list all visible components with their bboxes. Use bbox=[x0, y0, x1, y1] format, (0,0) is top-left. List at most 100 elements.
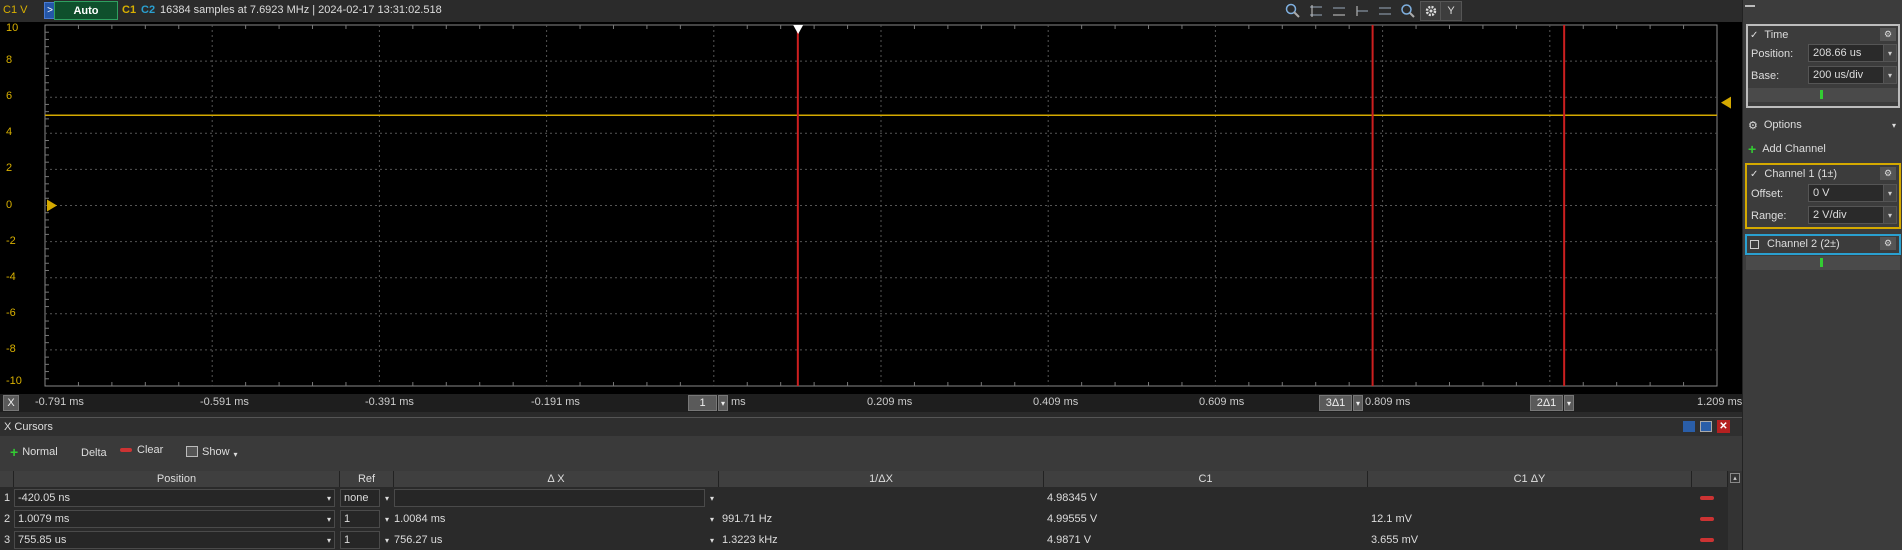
channel2-header[interactable]: Channel 2 (2±) bbox=[1744, 235, 1900, 253]
position-dropdown[interactable]: ▾ bbox=[322, 510, 336, 528]
channel2-gear-icon[interactable]: ⚙ bbox=[1880, 237, 1896, 250]
search-icon[interactable] bbox=[1397, 1, 1419, 21]
normal-cursor-button[interactable]: + Normal bbox=[10, 444, 58, 460]
cursor-position-field[interactable]: -420.05 ns bbox=[14, 489, 335, 507]
offset-dropdown[interactable]: ▾ bbox=[1883, 184, 1897, 202]
clear-button[interactable]: Clear bbox=[120, 444, 163, 456]
channel2-title: Channel 2 (2±) bbox=[1767, 238, 1840, 250]
range-dropdown[interactable]: ▾ bbox=[1883, 206, 1897, 224]
cursor2-marker-label[interactable]: 2Δ1 bbox=[1530, 395, 1563, 411]
cursor1-marker-label[interactable]: 1 bbox=[688, 395, 717, 411]
channel1-toggle[interactable]: C1 bbox=[122, 4, 136, 16]
scope-plot-area[interactable]: 10 8 6 4 2 0 -2 -4 -6 -8 -10 bbox=[0, 22, 1742, 394]
c1-delta-y-value bbox=[1371, 489, 1691, 507]
trigger-position-marker[interactable] bbox=[793, 25, 804, 34]
channel2-toggle[interactable]: C2 bbox=[141, 4, 155, 16]
cursor-right-icon[interactable] bbox=[1374, 1, 1396, 21]
base-dropdown[interactable]: ▾ bbox=[1883, 66, 1897, 84]
remove-cursor-icon[interactable] bbox=[1700, 496, 1714, 500]
remove-cursor-icon[interactable] bbox=[1700, 517, 1714, 521]
delta-x-dropdown[interactable]: ▾ bbox=[705, 531, 719, 549]
cursor-position-field[interactable]: 1.0079 ms bbox=[14, 510, 335, 528]
remove-cursor-icon[interactable] bbox=[1700, 538, 1714, 542]
y-tick-label: 2 bbox=[6, 162, 13, 175]
cursors-toolbar: + Normal Delta Clear Show ▾ bbox=[0, 436, 1742, 470]
x-axis-button[interactable]: X bbox=[3, 395, 19, 411]
cursor3-dropdown[interactable]: ▾ bbox=[1353, 395, 1363, 411]
c1-delta-y-value: 3.655 mV bbox=[1371, 534, 1419, 546]
x-tick-label: 0.409 ms bbox=[1033, 396, 1079, 408]
cursor-v-icon[interactable] bbox=[1328, 1, 1350, 21]
time-header[interactable]: ✓ Time bbox=[1744, 26, 1900, 44]
expand-icon bbox=[1820, 90, 1823, 99]
position-dropdown[interactable]: ▾ bbox=[322, 489, 336, 507]
zoom-icon[interactable] bbox=[1282, 1, 1304, 21]
show-button[interactable]: Show ▾ bbox=[186, 444, 238, 459]
inverse-delta-x-value: 991.71 Hz bbox=[722, 513, 773, 525]
cursor-h-icon[interactable] bbox=[1305, 1, 1327, 21]
column-header-c1: C1 bbox=[1044, 471, 1368, 487]
cursor3-marker-label[interactable]: 3Δ1 bbox=[1319, 395, 1352, 411]
time-expand-bar[interactable] bbox=[1748, 88, 1898, 102]
delta-x-field[interactable]: 756.27 us bbox=[394, 531, 705, 549]
add-channel-button[interactable]: + Add Channel bbox=[1744, 140, 1900, 158]
chevron-down-icon: ▾ bbox=[233, 450, 238, 459]
channel-expand-bar[interactable] bbox=[1746, 256, 1900, 270]
y-tick-label: 6 bbox=[6, 90, 13, 103]
delta-x-field[interactable]: 1.0084 ms bbox=[394, 510, 705, 528]
channel1-header[interactable]: ✓ Channel 1 (1±) bbox=[1744, 165, 1900, 183]
scroll-up-icon[interactable]: ▴ bbox=[1730, 473, 1740, 483]
y-tick-label: -8 bbox=[6, 342, 16, 355]
close-icon[interactable]: ✕ bbox=[1717, 420, 1730, 433]
c1-value: 4.9871 V bbox=[1047, 534, 1092, 546]
channel1-offset-marker[interactable] bbox=[47, 199, 57, 212]
cursor2-dropdown[interactable]: ▾ bbox=[1564, 395, 1574, 411]
time-settings-gear-icon[interactable]: ⚙ bbox=[1880, 28, 1896, 41]
x-tick-label: 0.609 ms bbox=[1199, 396, 1245, 408]
ref-select[interactable]: 1 bbox=[340, 510, 380, 528]
position-dropdown[interactable]: ▾ bbox=[322, 531, 336, 549]
collapse-icon[interactable] bbox=[1745, 5, 1755, 7]
trigger-mode-button[interactable]: Auto bbox=[54, 1, 118, 20]
plus-icon: + bbox=[10, 444, 19, 460]
offset-field[interactable]: 0 V bbox=[1808, 184, 1884, 202]
trigger-level-marker[interactable] bbox=[1721, 96, 1731, 109]
ref-select[interactable]: none bbox=[340, 489, 380, 507]
cursors-title: X Cursors bbox=[4, 421, 53, 433]
table-scrollbar[interactable]: ▴ bbox=[1728, 471, 1742, 550]
ref-dropdown[interactable]: ▾ bbox=[380, 531, 394, 549]
acquisition-info: 16384 samples at 7.6923 MHz | 2024-02-17… bbox=[160, 4, 442, 16]
options-label: Options bbox=[1763, 119, 1802, 131]
ref-select[interactable]: 1 bbox=[340, 531, 380, 549]
c1-value: 4.99555 V bbox=[1047, 513, 1098, 525]
options-gear-icon: ⚙ bbox=[1748, 119, 1758, 132]
float-window-icon[interactable] bbox=[1683, 421, 1695, 432]
delta-x-field[interactable] bbox=[394, 489, 705, 507]
y-axis-button[interactable]: Y bbox=[1440, 1, 1462, 21]
delta-x-dropdown[interactable]: ▾ bbox=[705, 510, 719, 528]
table-row: 2 1.0079 ms ▾ 1 ▾ 1.0084 ms ▾ 991.71 Hz 4.99555 … bbox=[0, 509, 1728, 529]
cursor1-dropdown[interactable]: ▾ bbox=[718, 395, 728, 411]
range-field[interactable]: 2 V/div bbox=[1808, 206, 1884, 224]
plus-icon: + bbox=[1748, 141, 1757, 157]
base-field[interactable]: 200 us/div bbox=[1808, 66, 1884, 84]
position-dropdown[interactable]: ▾ bbox=[1883, 44, 1897, 62]
channel1-gear-icon[interactable]: ⚙ bbox=[1880, 167, 1896, 180]
options-header[interactable]: ⚙ Options ▾ bbox=[1744, 116, 1900, 134]
gear-icon[interactable] bbox=[1420, 1, 1442, 21]
channel2-checkbox[interactable] bbox=[1750, 239, 1759, 249]
x-tick-label: 1.209 ms bbox=[1697, 396, 1743, 408]
delta-button[interactable]: Delta bbox=[81, 447, 107, 459]
x-tick-label: -0.191 ms bbox=[531, 396, 580, 408]
expand-icon bbox=[1820, 258, 1823, 267]
cursor-position-field[interactable]: 755.85 us bbox=[14, 531, 335, 549]
cursor-left-icon[interactable] bbox=[1351, 1, 1373, 21]
delta-x-dropdown[interactable]: ▾ bbox=[705, 489, 719, 507]
maximize-window-icon[interactable] bbox=[1700, 421, 1712, 432]
inverse-delta-x-value bbox=[722, 489, 1042, 507]
show-label: Show bbox=[202, 445, 230, 458]
y-tick-label: 8 bbox=[6, 54, 13, 67]
position-field[interactable]: 208.66 us bbox=[1808, 44, 1884, 62]
ref-dropdown[interactable]: ▾ bbox=[380, 489, 394, 507]
ref-dropdown[interactable]: ▾ bbox=[380, 510, 394, 528]
